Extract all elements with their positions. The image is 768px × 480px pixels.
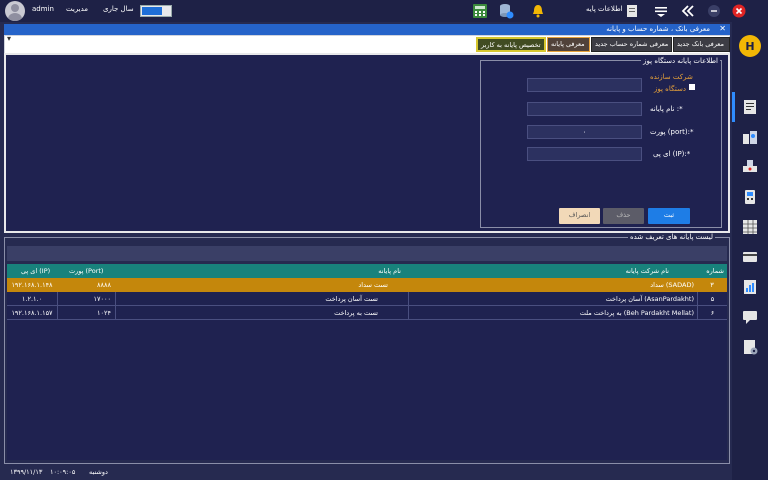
delete-button[interactable]: حذف [603,208,644,224]
active-indicator [732,92,735,122]
table-row[interactable]: ۶ به پرداخت ملت (Beh Pardakht Mellat) تس… [7,306,727,320]
col-company[interactable]: نام شرکت پایانه [626,264,669,278]
collapse-icon[interactable] [680,3,696,19]
fiscal-year-selector[interactable] [140,5,172,17]
col-terminal-name[interactable]: نام پایانه [378,264,401,278]
window-title: معرفی بانک ، شماره حساب و پایانه [606,25,710,33]
maker-checkbox[interactable] [689,84,695,90]
grid-toolbar [7,246,727,261]
menu-icon[interactable] [653,3,669,19]
window-titlebar: معرفی بانک ، شماره حساب و پایانه ✕ [4,24,730,35]
cell-company: آسان پرداخت (AsanPardakht) [408,292,697,306]
submit-button[interactable]: ثبت [648,208,690,224]
cell-ip: ۱.۲.۱.۰ [21,295,43,303]
cell-number: ۵ [697,292,727,306]
payment-icon[interactable] [741,158,759,176]
cell-terminal-name: تست به پرداخت [115,306,408,320]
table-row[interactable]: ۵ آسان پرداخت (AsanPardakht) تست آسان پر… [7,292,727,306]
cell-port: ۸۸۸۸ [97,281,111,289]
tab-assign-terminal[interactable]: تخصیص پایانه به کاربر [476,37,546,52]
tab-terminal[interactable]: معرفی پایانه [547,37,590,52]
port-field[interactable]: ۰ [527,125,642,139]
cell-number: ۶ [697,306,727,320]
col-port[interactable]: پورت (Port) [69,264,103,278]
grid-report-icon[interactable] [741,218,759,236]
cell-ip: ۱۹۲.۱۶۸.۱.۱۴۸ [11,281,53,289]
card-icon[interactable] [741,248,759,266]
chart-report-icon[interactable] [741,278,759,296]
terminal-window: معرفی بانک ، شماره حساب و پایانه ✕ ▾ معر… [4,24,730,464]
cell-port: ۱۷۰۰۰ [57,292,115,306]
status-weekday: دوشنبه [89,468,108,476]
maker-label-line2: دستگاه پوز [654,85,686,93]
user-avatar[interactable] [5,1,25,21]
app-logo-icon: H [739,35,761,57]
status-time: ۱۰:۰۹:۰۵ [50,468,76,476]
cell-number: ۳ [710,281,714,289]
cell-terminal-name: تست سداد [358,281,388,289]
bell-icon[interactable] [530,3,546,19]
settings-list-icon[interactable] [741,338,759,356]
top-bar: admin مدیریت سال جاری اطلاعات پایه [0,0,768,22]
table-row[interactable]: ۳ سداد (SADAD) تست سداد ۸۸۸۸ ۱۹۲.۱۶۸.۱.۱… [7,278,727,292]
accounting-icon[interactable] [741,128,759,146]
chevron-down-icon[interactable]: ▾ [7,34,11,43]
close-icon[interactable] [731,3,747,19]
grid-header: شماره نام شرکت پایانه نام پایانه پورت (P… [7,264,727,278]
document-icon[interactable] [624,3,640,19]
col-ip[interactable]: ای پی (IP) [21,264,50,278]
status-bar: ۱۳۹۹/۱۱/۱۳ ۱۰:۰۹:۰۵ دوشنبه [0,466,730,480]
form-legend: اطلاعات پایانه دستگاه پوز [641,57,720,65]
calculator-icon[interactable] [472,3,488,19]
pos-icon[interactable] [741,188,759,206]
tab-new-account[interactable]: معرفی شماره حساب جدید [591,37,672,52]
terminal-name-field[interactable] [527,102,642,116]
cell-port: ۱۰۲۴ [57,306,115,320]
fiscal-year-label: سال جاری [103,5,134,13]
cell-company: سداد (SADAD) [650,281,694,289]
base-info-label[interactable]: اطلاعات پایه [586,5,623,13]
messages-icon[interactable] [741,308,759,326]
ip-field[interactable] [527,147,642,161]
ip-label: ای پی (IP):* [653,150,691,158]
user-role: مدیریت [66,5,89,13]
right-sidebar: H [732,22,768,480]
cell-ip: ۱۹۲.۱۶۸.۱.۱۵۷ [11,309,53,317]
svg-text:H: H [745,40,754,53]
window-close-icon[interactable]: ✕ [719,24,726,33]
terminal-list-panel: لیست پایانه های تعریف شده شماره نام شرکت… [4,233,730,464]
tab-new-bank[interactable]: معرفی بانک جدید [673,37,730,52]
port-label: پورت (port):* [650,128,694,136]
cell-company: به پرداخت ملت (Beh Pardakht Mellat) [408,306,697,320]
invoice-icon[interactable] [741,98,759,116]
status-date: ۱۳۹۹/۱۱/۱۳ [10,468,43,476]
col-number[interactable]: شماره [706,264,724,278]
minimize-icon[interactable] [706,3,722,19]
cell-terminal-name: تست آسان پرداخت [115,292,408,306]
username[interactable]: admin [32,5,54,13]
terminal-grid: شماره نام شرکت پایانه نام پایانه پورت (P… [7,264,727,460]
list-legend: لیست پایانه های تعریف شده [627,233,715,241]
maker-select[interactable] [527,78,642,92]
maker-label-line1: شرکت سازنده [650,73,693,81]
database-sync-icon[interactable] [498,3,514,19]
terminal-name-label: نام پایانه :* [650,105,683,113]
cancel-button[interactable]: انصراف [559,208,600,224]
